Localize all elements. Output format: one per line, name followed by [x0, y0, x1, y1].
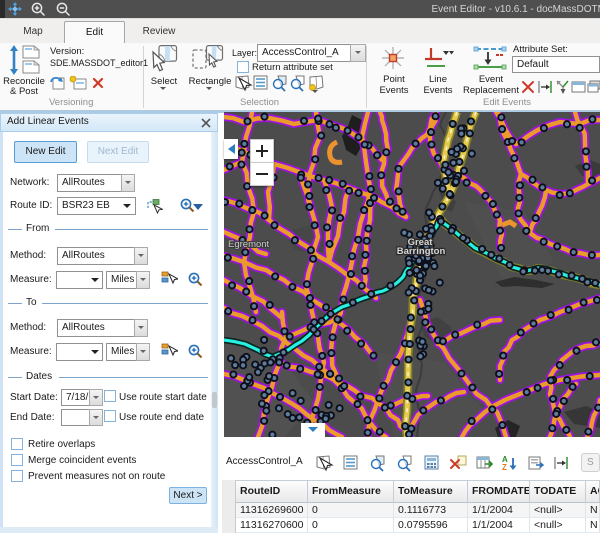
svg-text:Egremont: Egremont: [228, 239, 270, 250]
svg-text:Barrington: Barrington: [397, 246, 446, 257]
svg-text:Z: Z: [502, 463, 507, 472]
